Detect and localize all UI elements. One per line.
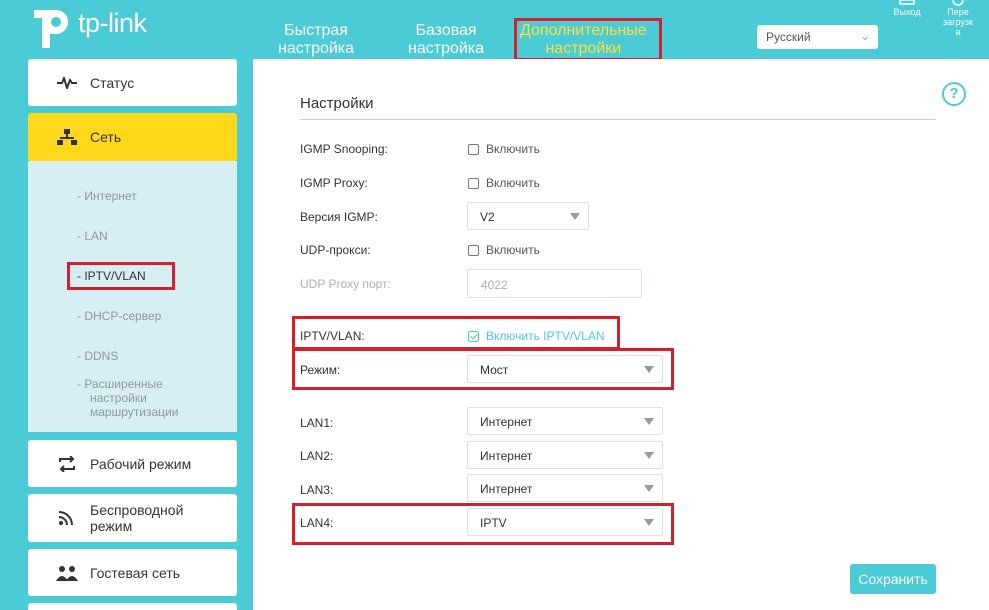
igmp-snooping-checkbox[interactable]: Включить: [468, 142, 540, 156]
iptv-vlan-checkbox[interactable]: Включить IPTV/VLAN: [468, 329, 605, 343]
udp-proxy-label: UDP-прокси:: [300, 243, 371, 257]
language-value: Русский: [766, 30, 811, 44]
submenu-advanced-routing-line3: маршрутизации: [90, 405, 179, 419]
tab-quick-setup-line1: Быстрая: [284, 22, 348, 39]
reboot-label-line3: а: [955, 27, 961, 37]
lan1-value: Интернет: [480, 415, 533, 429]
dropdown-arrow-icon: [570, 213, 580, 220]
igmp-snooping-label: IGMP Snooping:: [300, 142, 388, 156]
udp-port-label: UDP Proxy порт:: [300, 277, 391, 291]
submenu-lan[interactable]: - LAN: [77, 229, 108, 243]
tab-basic-setup-line1: Базовая: [415, 22, 477, 39]
logout-icon[interactable]: [898, 0, 916, 6]
udp-port-input[interactable]: 4022: [467, 269, 642, 298]
submenu-advanced-routing-line1: - Расширенные: [77, 377, 163, 391]
sidebar-item-network[interactable]: Сеть: [28, 113, 237, 161]
lan1-select[interactable]: Интернет: [467, 407, 663, 435]
iptv-vlan-label: IPTV/VLAN:: [300, 329, 365, 343]
tp-link-logo: tp-link: [28, 4, 147, 48]
lan3-value: Интернет: [480, 482, 533, 496]
dropdown-arrow-icon: [644, 366, 654, 373]
lan2-select[interactable]: Интернет: [467, 441, 663, 469]
igmp-version-select[interactable]: V2: [467, 202, 589, 230]
chevron-down-icon: ⌄: [859, 29, 870, 43]
reboot-icon[interactable]: [951, 0, 965, 6]
wifi-icon: [56, 510, 78, 526]
network-icon: [56, 129, 78, 145]
submenu-dhcp[interactable]: - DHCP-сервер: [77, 309, 161, 323]
tab-advanced-settings-line2: настройки: [545, 40, 622, 57]
lan4-label: LAN4:: [300, 516, 334, 530]
submenu-advanced-routing-line2: настройки: [90, 391, 147, 405]
submenu-internet[interactable]: - Интернет: [77, 189, 137, 203]
checkbox-icon: [468, 177, 479, 189]
submenu-iptv-vlan[interactable]: - IPTV/VLAN: [77, 269, 146, 283]
igmp-proxy-label: IGMP Proxy:: [300, 176, 368, 190]
lan4-value: IPTV: [480, 516, 507, 530]
sidebar-item-next[interactable]: [28, 603, 237, 610]
mode-select[interactable]: Мост: [467, 355, 663, 383]
checkbox-icon: [468, 244, 479, 256]
checkbox-checked-icon: [468, 330, 479, 342]
language-select[interactable]: Русский ⌄: [757, 25, 878, 49]
lan4-select[interactable]: IPTV: [467, 508, 663, 536]
reboot-label-line1: Пере: [947, 7, 969, 17]
dropdown-arrow-icon: [644, 452, 654, 459]
help-icon[interactable]: ?: [942, 82, 966, 106]
lan2-label: LAN2:: [300, 449, 334, 463]
dropdown-arrow-icon: [644, 418, 654, 425]
guest-users-icon: [56, 565, 78, 581]
tp-link-logo-icon: [34, 10, 68, 48]
igmp-version-value: V2: [480, 210, 495, 224]
sidebar-item-status[interactable]: Статус: [28, 59, 237, 106]
sidebar-item-wireless-line1: Беспроводной: [90, 502, 184, 518]
iptv-vlan-check-label: Включить IPTV/VLAN: [486, 329, 605, 343]
sidebar-item-wireless[interactable]: Беспроводной режим: [28, 494, 237, 542]
submenu-ddns[interactable]: - DDNS: [77, 349, 118, 363]
lan1-label: LAN1:: [300, 416, 334, 430]
tab-quick-setup-line2: настройка: [278, 40, 355, 57]
sidebar-item-work-mode[interactable]: Рабочий режим: [28, 440, 237, 487]
sidebar-item-guest[interactable]: Гостевая сеть: [28, 549, 237, 596]
igmp-proxy-check-label: Включить: [486, 176, 540, 190]
tab-basic-setup-line2: настройка: [408, 40, 485, 57]
sidebar-item-status-label: Статус: [90, 74, 135, 91]
sidebar-item-guest-label: Гостевая сеть: [90, 564, 181, 581]
sidebar-item-wireless-line2: режим: [90, 518, 133, 534]
section-title: Настройки: [300, 95, 374, 112]
reboot-label-line2: загрузк: [943, 17, 973, 27]
dropdown-arrow-icon: [644, 519, 654, 526]
igmp-version-label: Версия IGMP:: [300, 210, 378, 224]
pulse-icon: [56, 76, 78, 89]
logo-text: tp-link: [78, 7, 147, 38]
dropdown-arrow-icon: [644, 485, 654, 492]
save-button[interactable]: Сохранить: [850, 564, 936, 594]
udp-proxy-checkbox[interactable]: Включить: [468, 243, 540, 257]
reboot-label[interactable]: Пере загрузк а: [935, 7, 981, 37]
lan2-value: Интернет: [480, 449, 533, 463]
lan3-select[interactable]: Интернет: [467, 474, 663, 502]
tab-advanced-settings[interactable]: Дополнительные настройки: [520, 22, 647, 58]
mode-switch-icon: [56, 455, 78, 472]
udp-proxy-check-label: Включить: [486, 243, 540, 257]
tab-advanced-settings-line1: Дополнительные: [520, 22, 647, 39]
mode-label: Режим:: [300, 363, 341, 377]
section-divider: [300, 119, 936, 120]
logout-label[interactable]: Выход: [889, 7, 925, 17]
mode-value: Мост: [480, 363, 509, 377]
sidebar-item-wireless-label: Беспроводной режим: [90, 502, 183, 534]
checkbox-icon: [468, 143, 479, 155]
sidebar-item-work-mode-label: Рабочий режим: [90, 455, 192, 472]
igmp-proxy-checkbox[interactable]: Включить: [468, 176, 540, 190]
lan3-label: LAN3:: [300, 483, 334, 497]
submenu-advanced-routing[interactable]: - Расширенные настройки маршрутизации: [77, 377, 178, 419]
tab-quick-setup[interactable]: Быстрая настройка: [278, 22, 354, 58]
tab-basic-setup[interactable]: Базовая настройка: [408, 22, 484, 58]
igmp-snooping-check-label: Включить: [486, 142, 540, 156]
sidebar-item-network-label: Сеть: [90, 129, 122, 145]
